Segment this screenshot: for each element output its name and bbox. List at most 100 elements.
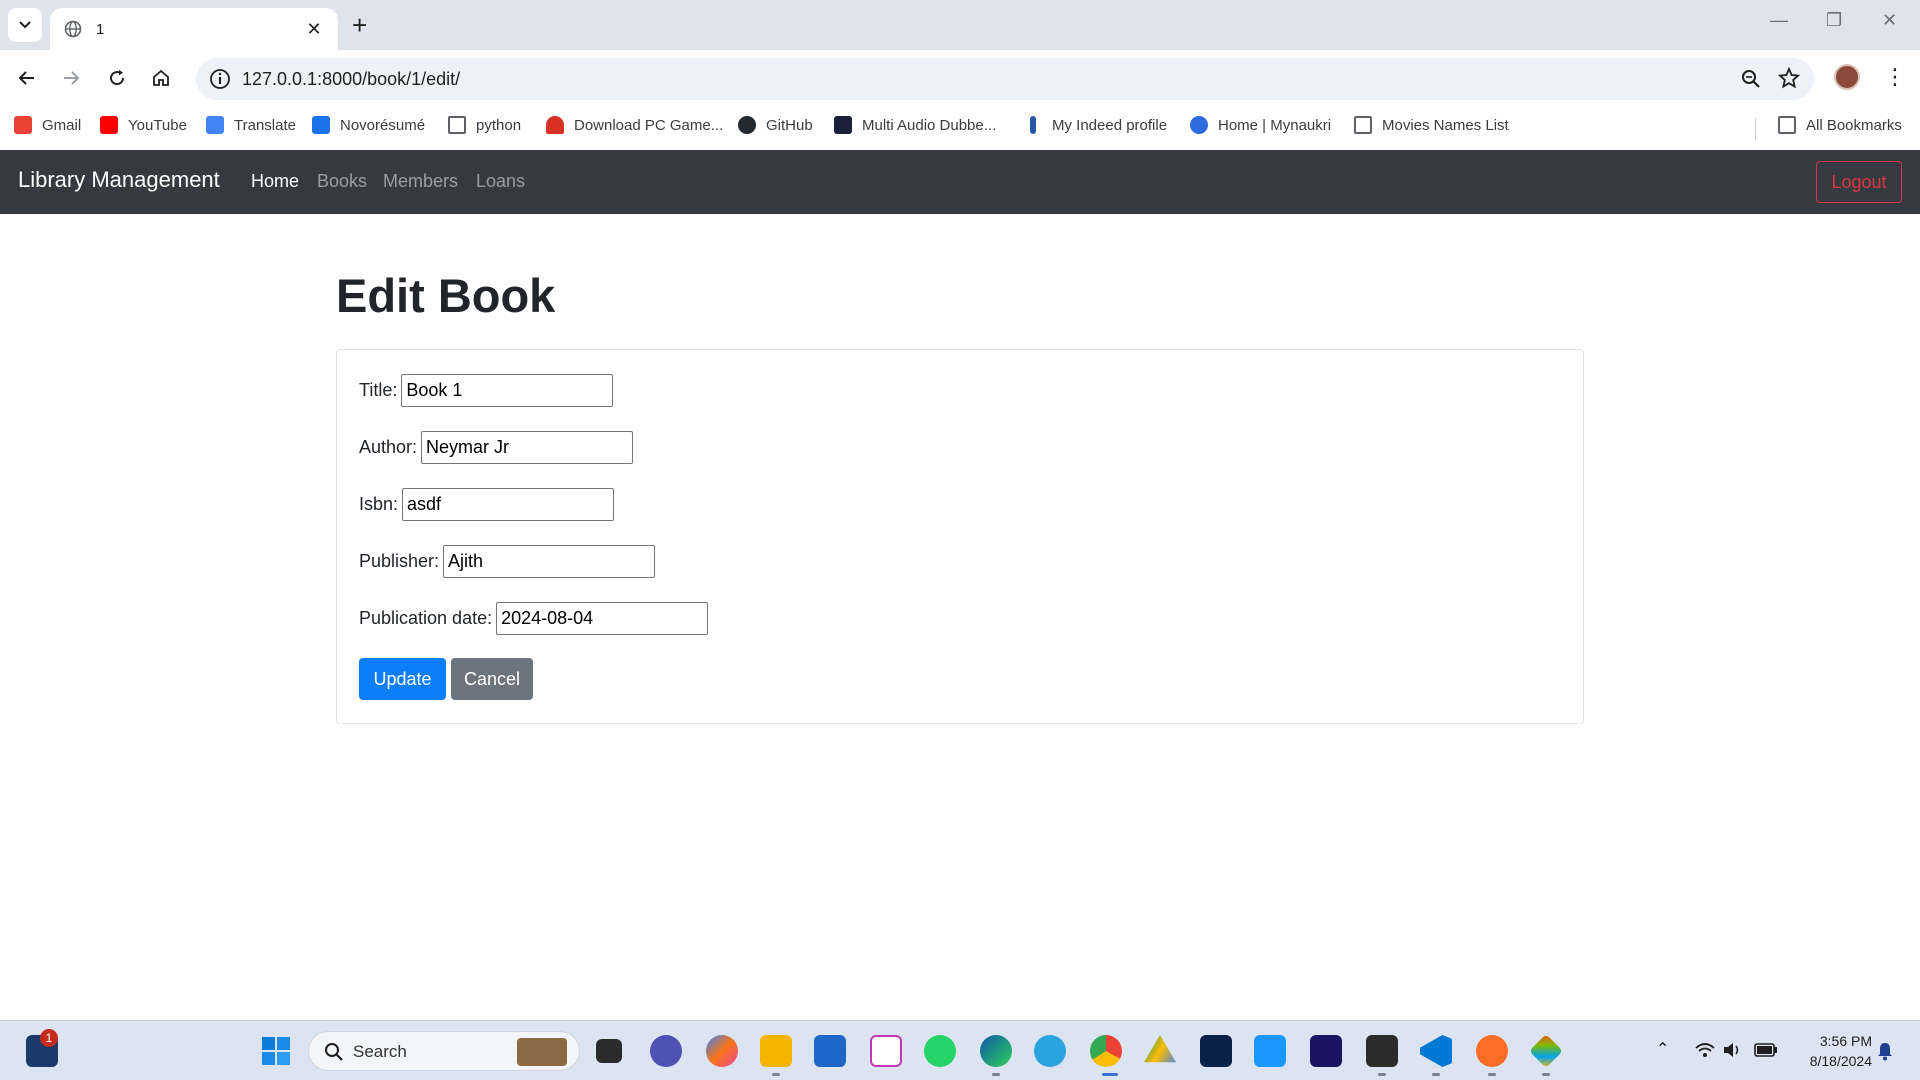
indeed-icon bbox=[1030, 116, 1036, 134]
running-indicator bbox=[1432, 1073, 1440, 1076]
disney-plus-icon[interactable] bbox=[1200, 1035, 1232, 1067]
bookmark-download-pc-games[interactable]: Download PC Game... bbox=[546, 116, 723, 134]
search-highlight-icon bbox=[517, 1038, 567, 1066]
title-input[interactable] bbox=[401, 374, 614, 407]
chrome-icon[interactable] bbox=[1090, 1035, 1122, 1067]
url-text[interactable]: 127.0.0.1:8000/book/1/edit/ bbox=[242, 69, 460, 90]
chevron-down-icon bbox=[19, 21, 31, 29]
all-bookmarks[interactable]: All Bookmarks bbox=[1778, 116, 1902, 134]
folder-icon bbox=[1778, 116, 1796, 134]
copilot-icon[interactable] bbox=[706, 1035, 738, 1067]
author-input[interactable] bbox=[421, 431, 634, 464]
bookmark-novoresume[interactable]: Novorésumé bbox=[312, 116, 425, 134]
brand-link[interactable]: Library Management bbox=[18, 167, 220, 193]
bookmark-python[interactable]: python bbox=[448, 116, 521, 134]
telegram-icon[interactable] bbox=[1034, 1035, 1066, 1067]
windows-taskbar: 1 Search ⌃ 3:56 PM 8/18/2024 bbox=[0, 1020, 1920, 1080]
bookmark-youtube[interactable]: YouTube bbox=[100, 116, 187, 134]
nav-members[interactable]: Members bbox=[383, 171, 458, 192]
forward-button[interactable] bbox=[56, 63, 86, 93]
ghost-icon bbox=[546, 116, 564, 134]
bookmark-movies-names-list[interactable]: Movies Names List bbox=[1354, 116, 1509, 134]
minimize-icon[interactable]: — bbox=[1770, 10, 1788, 31]
browser-toolbar: 127.0.0.1:8000/book/1/edit/ ⋮ bbox=[0, 50, 1920, 106]
isbn-label: Isbn: bbox=[359, 494, 399, 514]
bookmark-multi-audio[interactable]: Multi Audio Dubbe... bbox=[834, 116, 996, 134]
profile-avatar[interactable] bbox=[1834, 64, 1860, 90]
volume-icon[interactable] bbox=[1722, 1041, 1742, 1059]
publication-date-label: Publication date: bbox=[359, 608, 493, 628]
windows-start-icon[interactable] bbox=[260, 1035, 292, 1067]
notification-badge: 1 bbox=[40, 1029, 58, 1047]
browser-tab[interactable]: 1 ✕ bbox=[50, 8, 338, 50]
taskbar-search[interactable]: Search bbox=[308, 1031, 580, 1071]
reload-button[interactable] bbox=[102, 63, 132, 93]
postman-icon[interactable] bbox=[1476, 1035, 1508, 1067]
vscode-icon[interactable] bbox=[1420, 1035, 1452, 1067]
translate-icon bbox=[206, 116, 224, 134]
pinned-app-icon[interactable] bbox=[1529, 1034, 1563, 1068]
file-explorer-icon[interactable] bbox=[760, 1035, 792, 1067]
notification-bell-icon[interactable] bbox=[1876, 1041, 1894, 1061]
google-drive-icon[interactable] bbox=[1144, 1035, 1176, 1063]
whatsapp-icon[interactable] bbox=[924, 1035, 956, 1067]
gmail-icon bbox=[14, 116, 32, 134]
snipping-tool-icon[interactable] bbox=[870, 1035, 902, 1067]
bookmark-mynaukri[interactable]: Home | Mynaukri bbox=[1190, 116, 1331, 134]
microsoft-store-icon[interactable] bbox=[814, 1035, 846, 1067]
bookmark-indeed[interactable]: My Indeed profile bbox=[1024, 116, 1167, 134]
home-button[interactable] bbox=[146, 63, 176, 93]
author-field: Author: bbox=[359, 431, 634, 464]
task-view-icon[interactable] bbox=[596, 1039, 622, 1063]
bookmarks-divider bbox=[1755, 118, 1756, 140]
restore-icon[interactable]: ❐ bbox=[1826, 10, 1842, 31]
chevron-up-icon[interactable]: ⌃ bbox=[1656, 1039, 1669, 1059]
battery-icon[interactable] bbox=[1754, 1042, 1778, 1058]
bookmark-github[interactable]: GitHub bbox=[738, 116, 813, 134]
site-info-icon[interactable] bbox=[208, 67, 232, 91]
new-tab-button[interactable]: + bbox=[352, 10, 367, 40]
more-menu-icon[interactable]: ⋮ bbox=[1884, 64, 1906, 90]
folder-icon bbox=[1354, 116, 1372, 134]
close-tab-icon[interactable]: ✕ bbox=[304, 19, 324, 40]
nav-books[interactable]: Books bbox=[317, 171, 367, 192]
nav-loans[interactable]: Loans bbox=[476, 171, 525, 192]
terminal-icon[interactable] bbox=[1366, 1035, 1398, 1067]
nav-home[interactable]: Home bbox=[251, 171, 299, 192]
globe-icon bbox=[64, 20, 82, 38]
back-button[interactable] bbox=[12, 63, 42, 93]
publisher-input[interactable] bbox=[443, 545, 656, 578]
folder-icon bbox=[448, 116, 466, 134]
bookmark-star-icon[interactable] bbox=[1778, 67, 1800, 89]
tab-search-button[interactable] bbox=[8, 8, 42, 42]
arrow-right-icon bbox=[64, 71, 80, 85]
bookmark-translate[interactable]: Translate bbox=[206, 116, 296, 134]
wifi-icon[interactable] bbox=[1694, 1041, 1716, 1059]
update-button[interactable]: Update bbox=[359, 658, 446, 700]
publisher-label: Publisher: bbox=[359, 551, 440, 571]
author-label: Author: bbox=[359, 437, 418, 457]
publisher-field: Publisher: bbox=[359, 545, 656, 578]
close-window-icon[interactable]: ✕ bbox=[1882, 10, 1897, 31]
prime-video-icon[interactable] bbox=[1254, 1035, 1286, 1067]
clock-time: 3:56 PM bbox=[1819, 1033, 1872, 1049]
cancel-button[interactable]: Cancel bbox=[451, 658, 533, 700]
isbn-input[interactable] bbox=[402, 488, 615, 521]
home-icon bbox=[153, 69, 169, 86]
bookmarks-bar: Gmail YouTube Translate Novorésumé pytho… bbox=[0, 106, 1920, 150]
title-field: Title: bbox=[359, 374, 614, 407]
clock-date: 8/18/2024 bbox=[1809, 1053, 1872, 1069]
bookmark-gmail[interactable]: Gmail bbox=[14, 116, 81, 134]
teams-icon[interactable] bbox=[650, 1035, 682, 1067]
system-clock[interactable]: 3:56 PM 8/18/2024 bbox=[1796, 1031, 1872, 1071]
publication-date-input[interactable] bbox=[496, 602, 709, 635]
isbn-field: Isbn: bbox=[359, 488, 615, 521]
publication-date-field: Publication date: bbox=[359, 602, 709, 635]
naukri-icon bbox=[1190, 116, 1208, 134]
logout-button[interactable]: Logout bbox=[1816, 161, 1902, 203]
amazon-music-icon[interactable] bbox=[1310, 1035, 1342, 1067]
edge-icon[interactable] bbox=[980, 1035, 1012, 1067]
zoom-icon[interactable] bbox=[1740, 68, 1762, 90]
running-indicator bbox=[1488, 1073, 1496, 1076]
address-bar[interactable]: 127.0.0.1:8000/book/1/edit/ bbox=[196, 58, 1814, 100]
